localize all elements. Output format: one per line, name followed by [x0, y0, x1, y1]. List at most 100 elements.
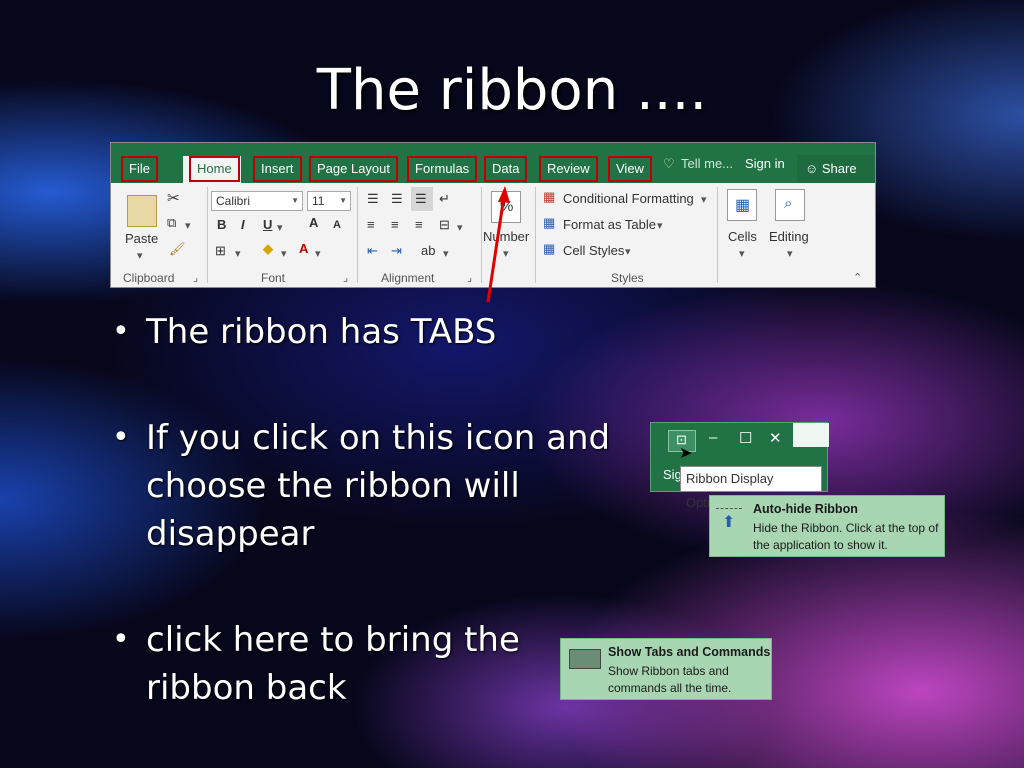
underline-dropdown-icon[interactable]: ▾ — [277, 221, 283, 234]
format-as-table-button[interactable]: Format as Table — [563, 217, 656, 232]
tab-view[interactable]: View — [608, 156, 652, 182]
decrease-font-icon[interactable]: A — [333, 219, 341, 231]
number-format-icon[interactable]: % — [491, 191, 521, 223]
font-color-dropdown-icon[interactable]: ▾ — [315, 247, 321, 260]
conditional-formatting-button[interactable]: Conditional Formatting — [563, 191, 694, 206]
minimize-button[interactable]: – — [709, 429, 717, 446]
align-bottom-icon: ☰ — [415, 191, 427, 206]
paste-icon[interactable] — [127, 195, 157, 227]
ribbon-display-tooltip: Ribbon Display Options — [680, 466, 822, 510]
orientation-dropdown-icon[interactable]: ▾ — [443, 247, 449, 260]
editing-dropdown-icon[interactable]: ▾ — [787, 247, 793, 260]
increase-indent-icon[interactable]: ⇥ — [391, 243, 402, 259]
fill-color-icon[interactable]: ◆ — [263, 241, 273, 257]
conditional-formatting-icon: ▦ — [543, 189, 556, 204]
bullet-text: If you click on this icon and choose the… — [146, 418, 611, 554]
align-middle-icon[interactable]: ☰ — [391, 191, 403, 207]
copy-dropdown-icon[interactable]: ▾ — [185, 219, 191, 232]
cells-dropdown-icon[interactable]: ▾ — [739, 247, 745, 260]
group-styles-label: Styles — [611, 271, 644, 285]
editing-icon[interactable]: ⌕ — [775, 189, 805, 221]
dashed-line — [716, 508, 742, 509]
chevron-down-icon[interactable]: ▾ — [657, 219, 663, 232]
paste-dropdown-icon[interactable]: ▾ — [137, 249, 143, 262]
number-label[interactable]: Number — [483, 229, 529, 244]
separator — [481, 187, 482, 283]
number-dropdown-icon[interactable]: ▾ — [503, 247, 509, 260]
maximize-button[interactable]: ☐ — [739, 429, 752, 447]
orientation-icon[interactable]: ab — [421, 243, 435, 258]
auto-hide-title: Auto-hide Ribbon — [753, 502, 858, 516]
cells-icon[interactable]: ▦ — [727, 189, 757, 221]
chevron-down-icon[interactable]: ▾ — [625, 245, 631, 258]
bullet-text: The ribbon has TABS — [146, 312, 497, 352]
close-button[interactable]: ✕ — [769, 429, 782, 447]
collapse-ribbon-icon[interactable]: ⌃ — [853, 271, 862, 284]
slide-title: The ribbon .... — [316, 58, 708, 123]
borders-icon[interactable]: ⊞ — [215, 243, 226, 259]
font-size-value: 11 — [312, 194, 325, 208]
sign-in-partial: Sig — [663, 467, 682, 482]
editing-label[interactable]: Editing — [769, 229, 809, 244]
tab-insert[interactable]: Insert — [253, 156, 302, 182]
font-name-combo[interactable]: Calibri ▼ — [211, 191, 303, 211]
alignment-launcher-icon[interactable]: ⌟ — [467, 271, 472, 284]
chevron-down-icon[interactable]: ▾ — [701, 193, 707, 206]
ribbon-layout-icon — [569, 649, 601, 669]
separator — [357, 187, 358, 283]
separator — [717, 187, 718, 283]
find-icon: ⌕ — [784, 195, 793, 212]
align-right-icon[interactable]: ≡ — [415, 217, 423, 232]
italic-icon[interactable]: I — [241, 217, 245, 232]
font-color-icon[interactable]: A — [299, 241, 308, 256]
format-table-icon: ▦ — [543, 215, 556, 230]
sign-in-link[interactable]: Sign in — [745, 156, 785, 171]
cells-label[interactable]: Cells — [728, 229, 757, 244]
show-tabs-description: Show Ribbon tabs and commands all the ti… — [608, 664, 732, 695]
font-launcher-icon[interactable]: ⌟ — [343, 271, 348, 284]
merge-dropdown-icon[interactable]: ▾ — [457, 221, 463, 234]
bullet-dot: • — [112, 420, 130, 455]
align-top-icon[interactable]: ☰ — [367, 191, 379, 207]
group-font-label: Font — [261, 271, 286, 285]
tab-review[interactable]: Review — [539, 156, 598, 182]
bullet-dot: • — [112, 314, 130, 349]
increase-font-icon[interactable]: A — [309, 215, 318, 230]
cut-icon[interactable]: ✂ — [167, 189, 180, 207]
bold-icon[interactable]: B — [217, 217, 226, 232]
underline-icon[interactable]: U — [263, 217, 272, 232]
window-edge — [793, 423, 829, 447]
fill-dropdown-icon[interactable]: ▾ — [281, 247, 287, 260]
ribbon-tab-bar: File Home Insert Page Layout Formulas Da… — [111, 143, 875, 183]
group-clipboard-label: Clipboard — [123, 271, 175, 285]
copy-icon[interactable]: ⧉ — [167, 215, 176, 231]
tab-data[interactable]: Data — [484, 156, 528, 182]
person-icon: ☺ — [805, 161, 822, 176]
show-tabs-commands-option[interactable]: Show Tabs and Commands Show Ribbon tabs … — [560, 638, 772, 700]
font-size-combo[interactable]: 11 ▼ — [307, 191, 351, 211]
decrease-indent-icon[interactable]: ⇤ — [367, 243, 378, 259]
cell-styles-button[interactable]: Cell Styles — [563, 243, 624, 258]
cell-styles-icon: ▦ — [543, 241, 556, 256]
tab-file[interactable]: File — [121, 156, 158, 182]
align-left-icon[interactable]: ≡ — [367, 217, 375, 232]
bullet-text: click here to bring the ribbon back — [146, 620, 520, 708]
group-alignment-label: Alignment — [381, 271, 435, 285]
paste-label[interactable]: Paste — [125, 231, 158, 246]
format-painter-icon[interactable]: 🖌 — [169, 241, 186, 257]
tab-formulas[interactable]: Formulas — [407, 156, 478, 182]
tab-home[interactable]: Home — [189, 156, 240, 182]
tell-me-input[interactable]: Tell me... — [681, 156, 733, 171]
wrap-text-icon[interactable]: ↵ — [439, 191, 450, 207]
percent-icon: % — [500, 198, 514, 215]
auto-hide-ribbon-option[interactable]: ⬆ Auto-hide Ribbon Hide the Ribbon. Clic… — [709, 495, 945, 557]
clipboard-launcher-icon[interactable]: ⌟ — [193, 271, 198, 284]
borders-dropdown-icon[interactable]: ▾ — [235, 247, 241, 260]
up-arrow-icon: ⬆ — [722, 514, 736, 531]
align-center-icon[interactable]: ≡ — [391, 217, 399, 232]
merge-center-icon[interactable]: ⊟ — [439, 217, 450, 233]
mouse-cursor-icon: ➤ — [679, 445, 693, 462]
separator — [535, 187, 536, 283]
share-button[interactable]: ☺ Share — [797, 155, 875, 183]
tab-page-layout[interactable]: Page Layout — [309, 156, 399, 182]
